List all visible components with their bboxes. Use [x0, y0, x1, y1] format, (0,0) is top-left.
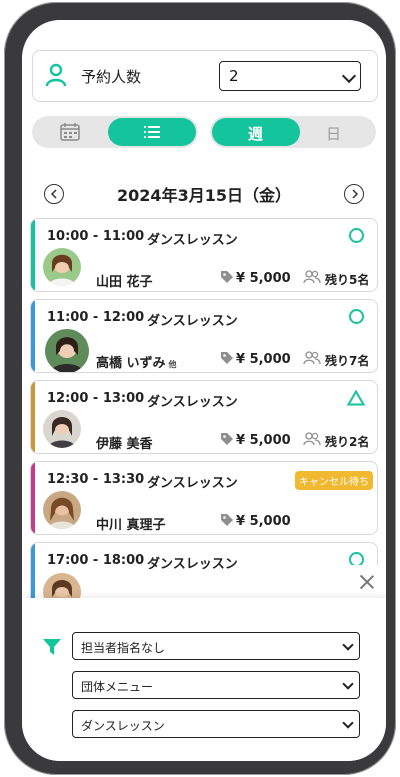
current-date: 2024年3月15日（金）	[117, 186, 291, 205]
lesson-price: ¥ 5,000	[236, 352, 291, 367]
lesson-card[interactable]: 10:00 - 11:00 ダンスレッスン 山田 花子 ¥ 5,000 残り5名	[30, 218, 378, 292]
tag-icon	[221, 514, 233, 526]
lesson-title: ダンスレッスン	[147, 233, 238, 248]
close-icon	[358, 573, 376, 591]
party-size-label: 予約人数	[81, 68, 142, 86]
lesson-card[interactable]: 12:30 - 13:30 ダンスレッスン キャンセル待ち 中川 真理子 ¥ 5…	[30, 461, 378, 535]
party-size-value: 2	[229, 67, 239, 85]
lesson-time: 17:00 - 18:00	[47, 553, 145, 568]
tab-week-label: 週	[248, 125, 264, 143]
remaining-seats: 残り2名	[325, 435, 370, 449]
instructor-avatar	[43, 248, 81, 286]
available-icon	[349, 228, 364, 243]
people-icon	[303, 270, 321, 284]
instructor-name: 伊藤 美香	[96, 437, 153, 452]
lesson-title: ダンスレッスン	[147, 557, 238, 572]
lesson-price: ¥ 5,000	[236, 514, 291, 529]
people-icon	[303, 432, 321, 446]
app-screen: 予約人数 2 週 日 2024年3月15日（金） 10:00 - 11:00 ダ…	[22, 20, 386, 761]
party-size-card: 予約人数 2	[32, 50, 378, 102]
phone-frame: 予約人数 2 週 日 2024年3月15日（金） 10:00 - 11:00 ダ…	[4, 2, 396, 775]
calendar-icon[interactable]	[60, 123, 80, 141]
people-icon	[303, 351, 321, 365]
party-size-select[interactable]: 2	[219, 61, 361, 91]
view-mode-toggle	[32, 116, 198, 148]
lesson-price: ¥ 5,000	[236, 433, 291, 448]
filter-icon	[43, 639, 61, 655]
close-filter-button[interactable]	[346, 565, 386, 599]
waitlist-badge: キャンセル待ち	[295, 471, 373, 490]
instructor-name: 山田 花子	[96, 275, 153, 290]
period-toggle: 週 日	[210, 116, 376, 148]
lesson-card[interactable]: 12:00 - 13:00 ダンスレッスン 伊藤 美香 ¥ 5,000 残り2名	[30, 380, 378, 454]
lesson-select[interactable]: ダンスレッスン	[72, 710, 360, 738]
lesson-time: 10:00 - 11:00	[47, 229, 145, 244]
lesson-card[interactable]: 11:00 - 12:00 ダンスレッスン 高橋 いずみ他 ¥ 5,000 残り…	[30, 299, 378, 373]
lesson-price: ¥ 5,000	[236, 271, 291, 286]
tab-day[interactable]: 日	[326, 123, 341, 144]
remaining-seats: 残り5名	[325, 273, 370, 287]
instructor-avatar	[45, 329, 89, 372]
list-view-button[interactable]	[108, 118, 196, 146]
few-seats-icon	[347, 390, 365, 406]
others-indicator: 他	[168, 360, 177, 369]
instructor-name: 中川 真理子	[96, 518, 166, 533]
tag-icon	[221, 433, 233, 445]
chevron-down-icon	[342, 678, 354, 690]
menu-select[interactable]: 団体メニュー	[72, 671, 360, 699]
lesson-color-bar	[31, 219, 35, 291]
chevron-down-icon	[342, 717, 354, 729]
lesson-title: ダンスレッスン	[147, 314, 238, 329]
instructor-select[interactable]: 担当者指名なし	[72, 632, 360, 660]
list-icon	[144, 126, 160, 138]
tag-icon	[221, 271, 233, 283]
available-icon	[349, 309, 364, 324]
lesson-title: ダンスレッスン	[147, 395, 238, 410]
lesson-color-bar	[31, 300, 35, 372]
lesson-time: 11:00 - 12:00	[47, 310, 145, 325]
next-date-button[interactable]	[344, 184, 364, 204]
instructor-avatar	[43, 491, 81, 529]
chevron-down-icon	[341, 68, 357, 84]
tab-week[interactable]: 週	[212, 118, 300, 146]
remaining-seats: 残り7名	[325, 354, 370, 368]
instructor-name: 高橋 いずみ他	[96, 352, 177, 371]
lesson-color-bar	[31, 462, 35, 534]
lesson-color-bar	[31, 381, 35, 453]
menu-select-value: 団体メニュー	[81, 680, 154, 694]
date-navigator: 2024年3月15日（金）	[22, 180, 386, 208]
filter-panel: 担当者指名なし 団体メニュー ダンスレッスン	[22, 598, 386, 761]
instructor-avatar	[43, 410, 81, 448]
instructor-name-text: 高橋 いずみ	[96, 356, 166, 371]
lesson-time: 12:00 - 13:00	[47, 391, 145, 406]
instructor-select-value: 担当者指名なし	[81, 641, 166, 655]
chevron-right-icon	[352, 189, 359, 199]
tag-icon	[221, 352, 233, 364]
lesson-time: 12:30 - 13:30	[47, 472, 145, 487]
chevron-down-icon	[342, 639, 354, 651]
lesson-title: ダンスレッスン	[147, 476, 238, 491]
person-icon	[45, 63, 67, 87]
lesson-select-value: ダンスレッスン	[81, 719, 165, 733]
